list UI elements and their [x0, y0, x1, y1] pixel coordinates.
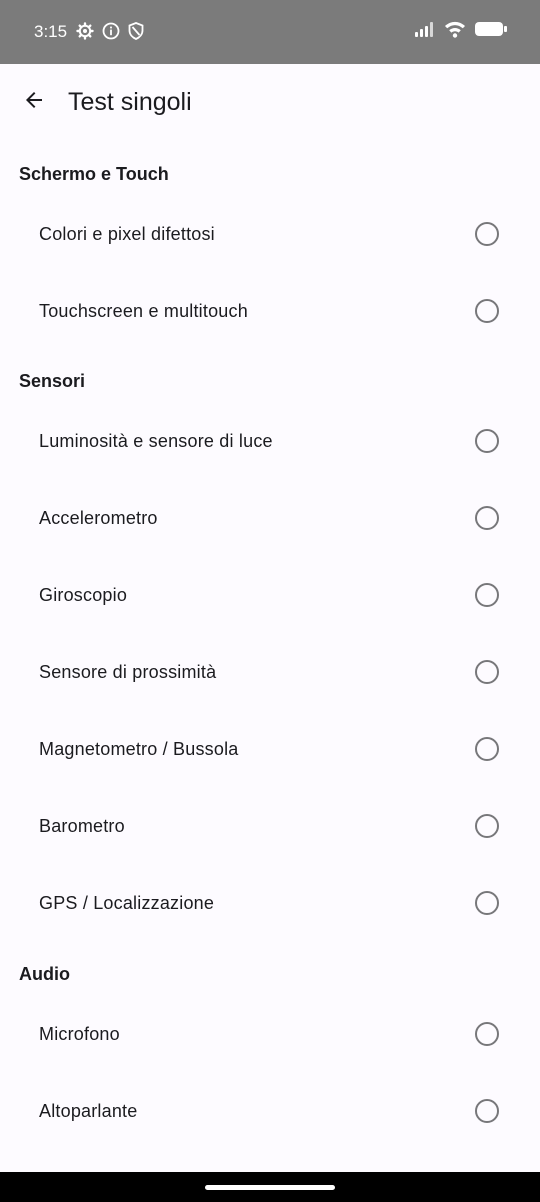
- list-item[interactable]: Accelerometro: [0, 480, 540, 557]
- list-item-label: Barometro: [39, 816, 125, 836]
- settings-icon: [76, 22, 94, 45]
- radio-button[interactable]: [475, 506, 499, 530]
- status-bar: 3:15: [0, 0, 540, 64]
- home-gesture-handle[interactable]: [205, 1185, 335, 1190]
- page-title: Test singoli: [68, 88, 192, 116]
- list-item-label: Colori e pixel difettosi: [39, 224, 215, 244]
- list-item-label: Accelerometro: [39, 508, 158, 528]
- info-icon: [102, 22, 120, 45]
- list-item[interactable]: Luminosità e sensore di luce: [0, 403, 540, 480]
- list-item[interactable]: Barometro: [0, 788, 540, 865]
- list-item-label: Magnetometro / Bussola: [39, 739, 239, 759]
- list-item-label: GPS / Localizzazione: [39, 893, 215, 913]
- arrow-back-icon: [22, 88, 46, 117]
- status-time: 3:15: [34, 22, 68, 41]
- section-header-audio: Audio: [19, 964, 70, 984]
- navigation-bar: [0, 1172, 540, 1202]
- list-item[interactable]: Magnetometro / Bussola: [0, 711, 540, 788]
- section-header-sensors: Sensori: [19, 371, 86, 391]
- radio-button[interactable]: [475, 891, 499, 915]
- radio-button[interactable]: [475, 429, 499, 453]
- list-item-label: Giroscopio: [39, 585, 128, 605]
- radio-button[interactable]: [475, 737, 499, 761]
- wifi-icon: [444, 20, 466, 43]
- radio-button[interactable]: [475, 299, 499, 323]
- status-icons-left: [76, 22, 144, 45]
- radio-button[interactable]: [475, 1022, 499, 1046]
- list-item[interactable]: Colori e pixel difettosi: [0, 196, 540, 273]
- list-item-label: Microfono: [39, 1024, 120, 1044]
- shield-icon: [128, 22, 144, 45]
- radio-button[interactable]: [475, 583, 499, 607]
- back-button[interactable]: [14, 82, 54, 122]
- radio-button[interactable]: [475, 814, 499, 838]
- section-header-screen-touch: Schermo e Touch: [19, 164, 169, 184]
- app-bar: Test singoli: [0, 64, 540, 140]
- signal-icon: [414, 21, 436, 42]
- list-item-label: Luminosità e sensore di luce: [39, 431, 273, 451]
- radio-button[interactable]: [475, 1099, 499, 1123]
- list-item[interactable]: Microfono: [0, 996, 540, 1073]
- radio-button[interactable]: [475, 222, 499, 246]
- list-item[interactable]: GPS / Localizzazione: [0, 865, 540, 942]
- list-item[interactable]: Sensore di prossimità: [0, 634, 540, 711]
- status-icons-right: [414, 20, 508, 43]
- list-item-label: Altoparlante: [39, 1101, 138, 1121]
- battery-icon: [474, 20, 508, 43]
- list-item-label: Touchscreen e multitouch: [39, 301, 248, 321]
- list-item[interactable]: Altoparlante: [0, 1073, 540, 1150]
- list-item[interactable]: Giroscopio: [0, 557, 540, 634]
- radio-button[interactable]: [475, 660, 499, 684]
- list-item-label: Sensore di prossimità: [39, 662, 217, 682]
- list-item[interactable]: Touchscreen e multitouch: [0, 273, 540, 350]
